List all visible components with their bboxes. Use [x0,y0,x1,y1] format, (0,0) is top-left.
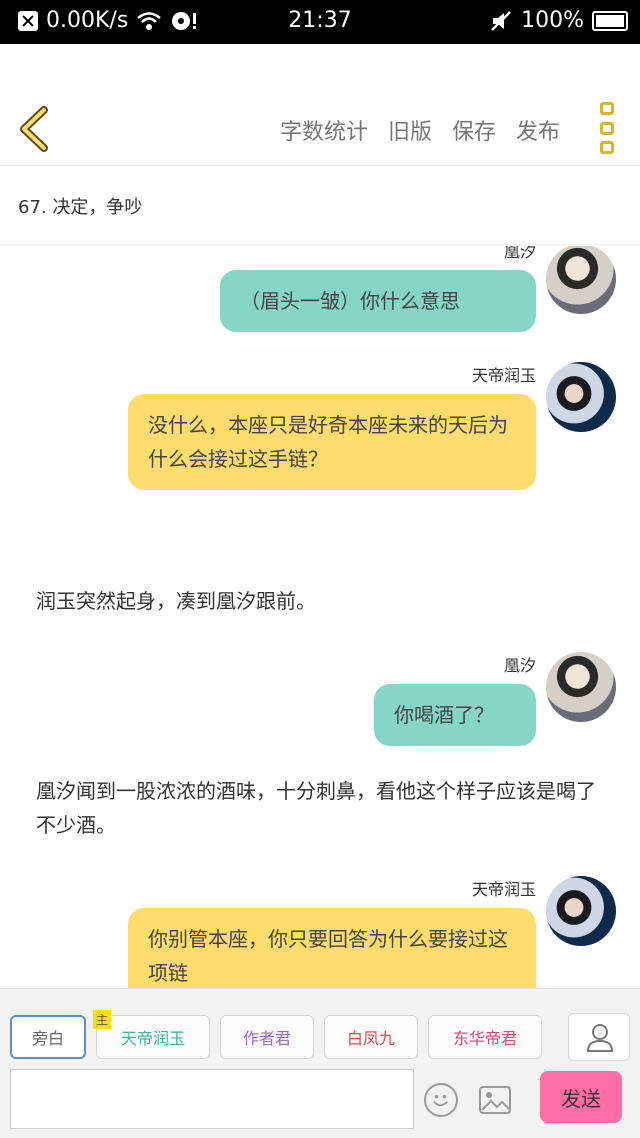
battery-percent: 100% [521,8,584,33]
narration-text[interactable]: 凰汐闻到一股浓浓的酒味，十分刺鼻，看他这个样子应该是喝了不少酒。 [36,774,611,842]
avatar-huangxi[interactable] [546,246,616,314]
role-label: 天帝润玉 [120,1029,185,1048]
avatar-huangxi[interactable] [546,652,616,722]
speaker-name: 凰汐 [503,656,536,675]
more-menu-icon[interactable] [600,102,616,154]
message-input[interactable] [10,1069,414,1129]
role-runyu[interactable]: 主 天帝润玉 [93,1010,210,1059]
emoji-icon[interactable] [424,1083,458,1117]
mute-icon [491,10,511,31]
speaker-name: 天帝润玉 [471,366,536,385]
speaker-name: 天帝润玉 [471,880,536,899]
battery-icon [592,10,628,31]
chat-area[interactable]: 凰汐 （眉头一皱）你什么意思 天帝润玉 没什么，本座只是好奇本座未来的天后为什么… [0,246,640,988]
status-bar: 0.00K/s 21:37 100% [0,0,640,44]
role-baifengjiu[interactable]: 白凤九 [324,1015,418,1059]
chat-bubble[interactable]: （眉头一皱）你什么意思 [220,270,536,332]
back-arrow-icon[interactable] [10,104,60,154]
composer-panel: 旁白 主 天帝润玉 作者君 白凤九 东华帝君 发送 [0,988,640,1138]
user-icon [586,1024,614,1052]
main-role-tag: 主 [93,1010,112,1029]
add-role-button[interactable] [568,1013,630,1061]
role-author[interactable]: 作者君 [220,1015,314,1059]
editor-toolbar: 字数统计 旧版 保存 发布 [0,44,640,166]
chapter-header: 67. 决定，争吵 [0,167,640,245]
role-donghua[interactable]: 东华帝君 [428,1015,542,1059]
role-narrator[interactable]: 旁白 [10,1015,86,1059]
save-button[interactable]: 保存 [452,114,496,146]
avatar-runyu[interactable] [546,362,616,432]
chapter-title[interactable]: 67. 决定，争吵 [18,193,142,219]
narration-text[interactable]: 润玉突然起身，凑到凰汐跟前。 [36,584,611,618]
toolbar-actions: 字数统计 旧版 保存 发布 [280,114,560,146]
publish-button[interactable]: 发布 [516,114,560,146]
chat-bubble[interactable]: 没什么，本座只是好奇本座未来的天后为什么会接过这手链？ [128,394,536,490]
avatar-runyu[interactable] [546,876,616,946]
old-version-button[interactable]: 旧版 [388,114,432,146]
send-button[interactable]: 发送 [540,1071,622,1123]
role-selector: 旁白 主 天帝润玉 作者君 白凤九 东华帝君 [10,1010,542,1059]
image-icon[interactable] [478,1085,512,1115]
chat-bubble[interactable]: 你别管本座，你只要回答为什么要接过这项链 [128,908,536,988]
status-right: 100% [489,8,628,33]
chat-bubble[interactable]: 你喝酒了？ [374,684,536,746]
speaker-name: 凰汐 [503,246,536,261]
word-count-button[interactable]: 字数统计 [280,114,368,146]
